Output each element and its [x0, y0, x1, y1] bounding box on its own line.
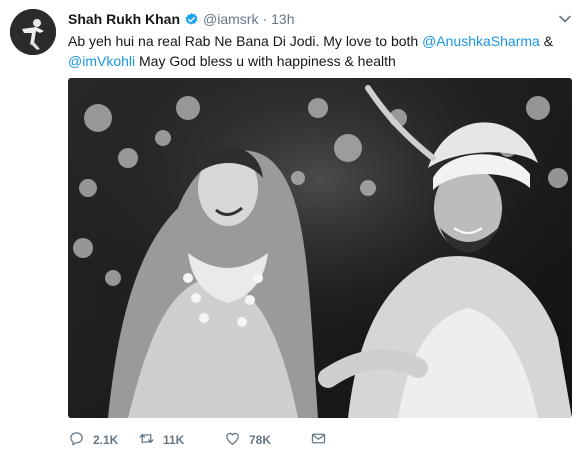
mention-link-imvkohli[interactable]: @imVkohli: [68, 53, 135, 69]
tweet-text-part: &: [539, 33, 554, 49]
author-handle[interactable]: @iamsrk: [203, 11, 258, 27]
reply-button[interactable]: 2.1K: [68, 430, 138, 450]
tweet-photo[interactable]: [68, 78, 572, 418]
direct-message-button[interactable]: [310, 430, 340, 450]
like-button[interactable]: 78K: [224, 430, 310, 450]
tweet-text: Ab yeh hui na real Rab Ne Bana Di Jodi. …: [68, 31, 568, 71]
tweet-actions: 2.1K 11K 78K: [68, 430, 340, 450]
separator-dot: ·: [262, 11, 268, 27]
chevron-down-icon[interactable]: [558, 12, 572, 26]
verified-badge-icon: [184, 12, 199, 27]
mention-link-anushkasharma[interactable]: @AnushkaSharma: [422, 33, 540, 49]
retweet-icon: [138, 430, 155, 450]
retweet-count: 11K: [163, 433, 185, 447]
retweet-button[interactable]: 11K: [138, 430, 224, 450]
tweet-timestamp[interactable]: 13h: [271, 11, 294, 27]
like-count: 78K: [249, 433, 272, 447]
tweet-text-part: Ab yeh hui na real Rab Ne Bana Di Jodi. …: [68, 33, 423, 49]
direct-message-icon: [310, 430, 327, 450]
like-icon: [224, 430, 241, 450]
tweet: Shah Rukh Khan @iamsrk · 13h Ab yeh hui …: [0, 0, 582, 458]
reply-icon: [68, 430, 85, 450]
avatar[interactable]: [10, 9, 56, 55]
tweet-header: Shah Rukh Khan @iamsrk · 13h: [68, 10, 294, 28]
tweet-text-part: May God bless u with happiness & health: [135, 53, 396, 69]
reply-count: 2.1K: [93, 433, 119, 447]
author-name[interactable]: Shah Rukh Khan: [68, 11, 180, 27]
